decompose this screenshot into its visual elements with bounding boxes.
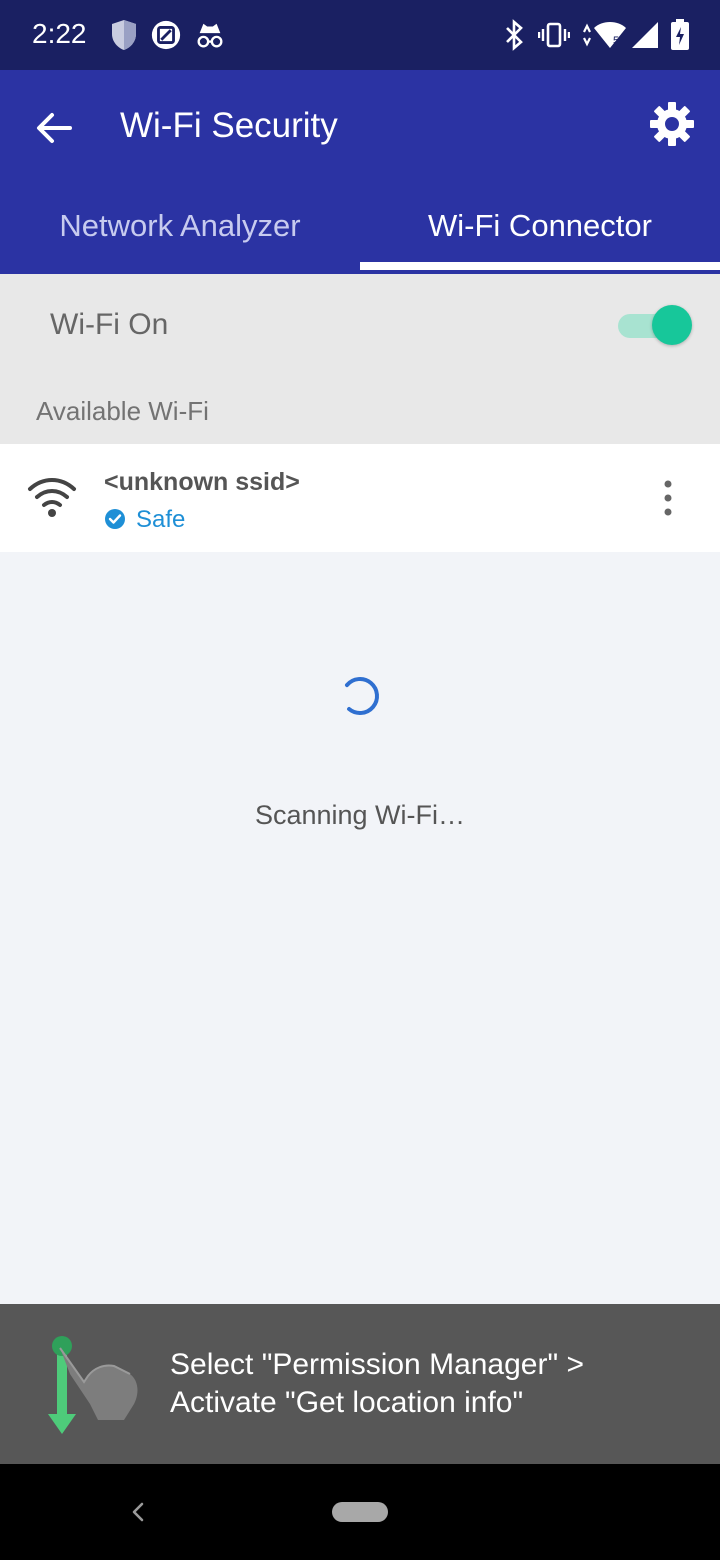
vibrate-icon (538, 22, 570, 48)
permission-hint-banner[interactable]: Select "Permission Manager" > Activate "… (0, 1304, 720, 1464)
hint-text: Select "Permission Manager" > Activate "… (170, 1346, 690, 1422)
battery-charging-icon (671, 19, 689, 50)
svg-text:5: 5 (613, 35, 619, 47)
section-title: Available Wi-Fi (36, 396, 209, 426)
hint-line: Activate "Get location info" (170, 1386, 524, 1419)
app-bar: Wi-Fi Security Network Analyzer Wi-Fi Co… (0, 70, 720, 274)
more-vertical-icon[interactable] (650, 476, 686, 520)
scanning-text: Scanning Wi-Fi… (254, 800, 466, 830)
list-item[interactable]: <unknown ssid> Safe (0, 444, 720, 552)
bluetooth-icon (506, 19, 523, 51)
signal-icon (632, 22, 658, 48)
check-circle-icon (105, 509, 125, 529)
wifi-toggle-label: Wi-Fi On (50, 308, 169, 341)
tab-selected-indicator (360, 262, 720, 270)
nav-back-icon[interactable] (124, 1498, 152, 1526)
page-title: Wi-Fi Security (120, 106, 338, 145)
tab-label: Network Analyzer (59, 208, 301, 243)
safe-label: Safe (136, 506, 186, 533)
wifi-icon (28, 478, 76, 517)
incognito-icon (197, 23, 223, 48)
arrow-left-icon[interactable] (30, 104, 78, 152)
tab-network-analyzer[interactable]: Network Analyzer (0, 200, 360, 274)
loading-spinner-icon (341, 677, 379, 715)
tab-label: Wi-Fi Connector (428, 208, 652, 243)
hint-line: Select "Permission Manager" > (170, 1348, 584, 1381)
navigation-bar (0, 1464, 720, 1560)
home-pill-icon[interactable] (332, 1502, 388, 1522)
status-bar: 2:22 5 (0, 0, 720, 70)
shield-icon (112, 20, 136, 50)
switch-thumb (652, 305, 692, 345)
status-time: 2:22 (32, 18, 87, 49)
wifi-toggle-row: Wi-Fi On (0, 274, 720, 374)
wifi-data-icon: 5 (583, 22, 626, 48)
wifi-switch[interactable] (618, 305, 692, 345)
network-ssid: <unknown ssid> (104, 468, 300, 496)
section-header: Available Wi-Fi (0, 374, 720, 444)
gear-icon[interactable] (648, 100, 696, 148)
screenshot-icon (151, 20, 181, 50)
swipe-down-hand-icon (48, 1336, 138, 1434)
